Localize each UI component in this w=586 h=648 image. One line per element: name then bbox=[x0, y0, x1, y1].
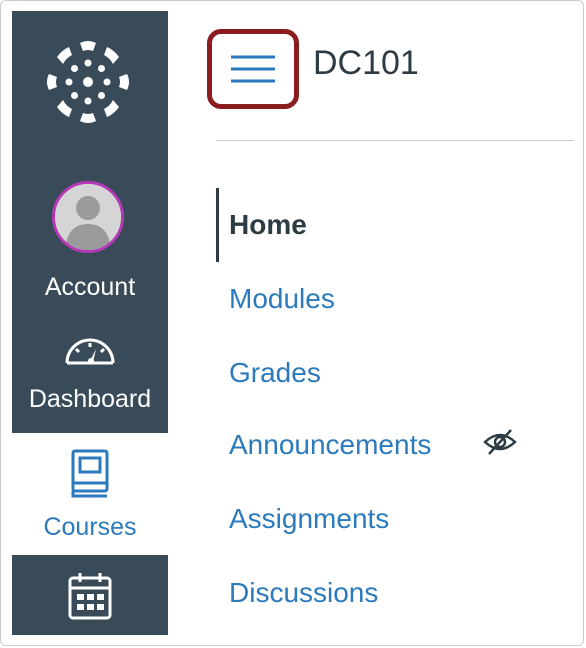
calendar-icon bbox=[68, 573, 112, 620]
course-nav-label: Modules bbox=[229, 283, 335, 314]
global-navigation: Account Dashboard Courses bbox=[12, 11, 168, 635]
nav-courses[interactable]: Courses bbox=[12, 449, 168, 542]
nav-dashboard[interactable]: Dashboard bbox=[12, 333, 168, 414]
course-nav-assignments[interactable]: Assignments bbox=[216, 482, 576, 556]
hamburger-icon bbox=[231, 55, 275, 83]
course-nav-label: Discussions bbox=[229, 577, 379, 608]
dashboard-icon bbox=[65, 338, 115, 365]
nav-calendar[interactable] bbox=[12, 571, 168, 621]
dashboard-label: Dashboard bbox=[28, 385, 152, 413]
course-nav-label: Grades bbox=[229, 357, 321, 388]
course-nav-label: Home bbox=[229, 209, 307, 240]
course-menu-toggle-button[interactable] bbox=[207, 29, 299, 109]
course-nav-announcements[interactable]: Announcements bbox=[216, 408, 576, 482]
course-nav-label: Announcements bbox=[229, 429, 432, 460]
course-nav-modules[interactable]: Modules bbox=[216, 262, 576, 336]
active-indicator bbox=[216, 188, 219, 262]
course-title: DC101 bbox=[313, 44, 419, 82]
eye-slash-icon bbox=[483, 429, 517, 455]
courses-book-icon bbox=[71, 449, 109, 498]
course-nav-label: Assignments bbox=[229, 503, 390, 534]
courses-label: Courses bbox=[43, 513, 137, 541]
avatar bbox=[52, 181, 124, 253]
account-label: Account bbox=[44, 273, 136, 301]
course-nav-discussions[interactable]: Discussions bbox=[216, 556, 576, 630]
course-nav-grades[interactable]: Grades bbox=[216, 336, 576, 410]
course-nav-home[interactable]: Home bbox=[216, 188, 576, 262]
header-divider bbox=[216, 140, 574, 141]
canvas-logo-icon[interactable] bbox=[45, 39, 131, 125]
